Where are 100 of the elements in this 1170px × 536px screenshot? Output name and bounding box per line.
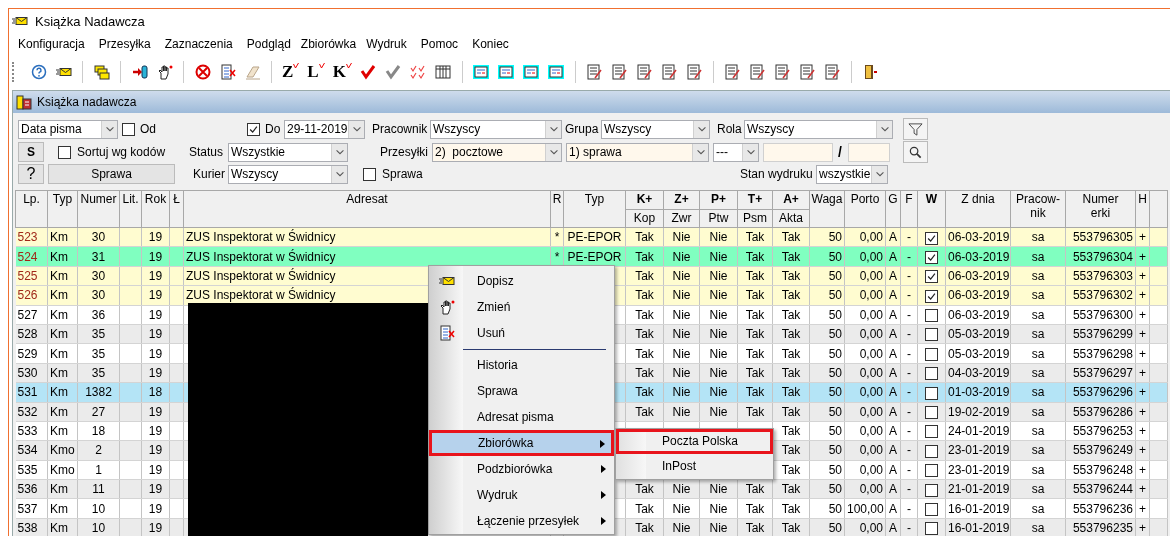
- checkbox[interactable]: [363, 167, 376, 181]
- checkbox[interactable]: [925, 386, 938, 400]
- menu-item[interactable]: Dopisz: [429, 268, 614, 294]
- arrow-into-box-icon[interactable]: [131, 64, 148, 80]
- column-header[interactable]: Typ: [563, 190, 626, 228]
- checkbox[interactable]: [925, 309, 938, 323]
- column-header[interactable]: Numer erki: [1065, 190, 1136, 228]
- checkbox[interactable]: [247, 122, 260, 136]
- checkbox[interactable]: [925, 503, 938, 516]
- menu-item[interactable]: Adresat pisma: [429, 404, 614, 430]
- dropdown[interactable]: Wszystkie: [228, 142, 348, 162]
- menu-item[interactable]: Konfiguracja: [18, 37, 85, 51]
- column-header[interactable]: Rok: [141, 190, 170, 228]
- table-icon[interactable]: [435, 64, 452, 80]
- column-header[interactable]: Typ: [47, 190, 78, 228]
- menu-item[interactable]: Łączenie przesyłek: [429, 508, 614, 534]
- menu-item[interactable]: Sprawa: [429, 378, 614, 404]
- column-header[interactable]: A+: [772, 190, 810, 210]
- menu-item[interactable]: Wydruk: [429, 482, 614, 508]
- column-header[interactable]: K+: [625, 190, 664, 210]
- letter-tool-button[interactable]: L: [307, 63, 325, 81]
- document-icon[interactable]: [636, 64, 653, 80]
- menu-item[interactable]: Zaznaczenia: [164, 37, 233, 51]
- toolbar-grip[interactable]: [12, 62, 16, 82]
- menu-item[interactable]: Zmień: [429, 294, 614, 320]
- document-icon[interactable]: [611, 64, 628, 80]
- checkbox[interactable]: [925, 367, 938, 381]
- document-icon[interactable]: [774, 64, 791, 80]
- hand-icon[interactable]: [156, 64, 173, 80]
- document-icon[interactable]: [749, 64, 766, 80]
- checkmarks-icon[interactable]: [410, 64, 427, 80]
- input-field[interactable]: [763, 142, 833, 162]
- table-row[interactable]: 524 Km 31 19 ZUS Inspektorat w Świdnicy * PE-EPOR Tak Nie Nie Tak Tak 50 0,00 A - 06-03-2019 sa 553796304 +: [15, 246, 1168, 267]
- form-icon[interactable]: [498, 64, 515, 80]
- column-header[interactable]: T+: [737, 190, 773, 210]
- form-icon[interactable]: [548, 64, 565, 80]
- dropdown[interactable]: ---: [713, 142, 759, 162]
- crossed-circle-icon[interactable]: [194, 64, 211, 80]
- document-icon[interactable]: [724, 64, 741, 80]
- column-header[interactable]: Lit.: [119, 190, 142, 228]
- document-icon[interactable]: [661, 64, 678, 80]
- checkbox[interactable]: [925, 425, 938, 439]
- column-header[interactable]: Waga: [809, 190, 845, 228]
- checkbox[interactable]: [925, 464, 938, 478]
- help-button[interactable]: ?: [18, 164, 44, 184]
- dropdown[interactable]: Data pisma: [18, 119, 118, 139]
- search-button[interactable]: [903, 141, 928, 163]
- column-header[interactable]: Numer: [77, 190, 120, 228]
- dropdown[interactable]: 1) sprawa: [566, 142, 709, 162]
- column-header[interactable]: Porto: [844, 190, 886, 228]
- dropdown[interactable]: Wszyscy: [430, 119, 562, 139]
- document-icon[interactable]: [824, 64, 841, 80]
- date-field[interactable]: 29-11-2019: [284, 119, 365, 139]
- checkbox[interactable]: [925, 444, 938, 458]
- door-icon[interactable]: [862, 64, 879, 80]
- menu-item[interactable]: Podgląd: [246, 37, 291, 51]
- letter-tool-button[interactable]: Z: [282, 63, 300, 81]
- menu-item[interactable]: Koniec: [472, 37, 509, 51]
- menu-item[interactable]: Pomoc: [420, 37, 459, 51]
- form-icon[interactable]: [523, 64, 540, 80]
- s-button[interactable]: S: [18, 142, 44, 162]
- document-icon[interactable]: [586, 64, 603, 80]
- checkbox[interactable]: [925, 406, 938, 420]
- menu-item[interactable]: Historia: [429, 352, 614, 378]
- column-header[interactable]: P+: [699, 190, 738, 210]
- checkbox[interactable]: [925, 328, 938, 342]
- column-header[interactable]: Z+: [663, 190, 700, 210]
- checkbox[interactable]: [925, 289, 938, 303]
- menu-item[interactable]: Usuń: [429, 320, 614, 346]
- case-button[interactable]: Sprawa: [48, 164, 175, 184]
- list-delete-icon[interactable]: [219, 64, 236, 80]
- menu-item[interactable]: Poczta Polska: [616, 429, 773, 454]
- menu-item[interactable]: Zbiorówka: [429, 430, 614, 456]
- document-icon[interactable]: [686, 64, 703, 80]
- column-header[interactable]: Lp.: [15, 190, 48, 228]
- checkbox[interactable]: [925, 483, 938, 497]
- dropdown[interactable]: 2) pocztowe: [432, 142, 562, 162]
- checkbox[interactable]: [925, 231, 938, 245]
- letter-tool-button[interactable]: K: [332, 63, 352, 81]
- menu-item[interactable]: Przesyłka: [98, 37, 151, 51]
- menu-item[interactable]: Wydruk: [366, 37, 407, 51]
- checkbox[interactable]: [925, 522, 938, 536]
- dropdown[interactable]: Wszyscy: [228, 164, 348, 184]
- column-header[interactable]: W: [917, 190, 946, 228]
- checkbox[interactable]: [925, 347, 938, 361]
- table-row[interactable]: 523 Km 30 19 ZUS Inspektorat w Świdnicy * PE-EPOR Tak Nie Nie Tak Tak 50 0,00 A - 06-03-2019 sa 553796305 +: [15, 227, 1168, 247]
- help-icon[interactable]: [30, 64, 47, 80]
- dropdown[interactable]: Wszyscy: [744, 119, 893, 139]
- document-icon[interactable]: [799, 64, 816, 80]
- dropdown[interactable]: Wszyscy: [601, 119, 710, 139]
- menu-item[interactable]: Zbiorówka: [300, 37, 357, 51]
- checkmark-icon[interactable]: [360, 64, 377, 80]
- dropdown[interactable]: wszystkie: [816, 164, 888, 184]
- column-header[interactable]: Z dnia: [945, 190, 1011, 228]
- checkbox[interactable]: [925, 250, 938, 264]
- column-header[interactable]: Pracow- nik: [1010, 190, 1066, 228]
- menu-item[interactable]: Podzbiorówka: [429, 456, 614, 482]
- checkbox[interactable]: [58, 145, 71, 159]
- column-header[interactable]: Adresat: [183, 190, 551, 228]
- form-icon[interactable]: [473, 64, 490, 80]
